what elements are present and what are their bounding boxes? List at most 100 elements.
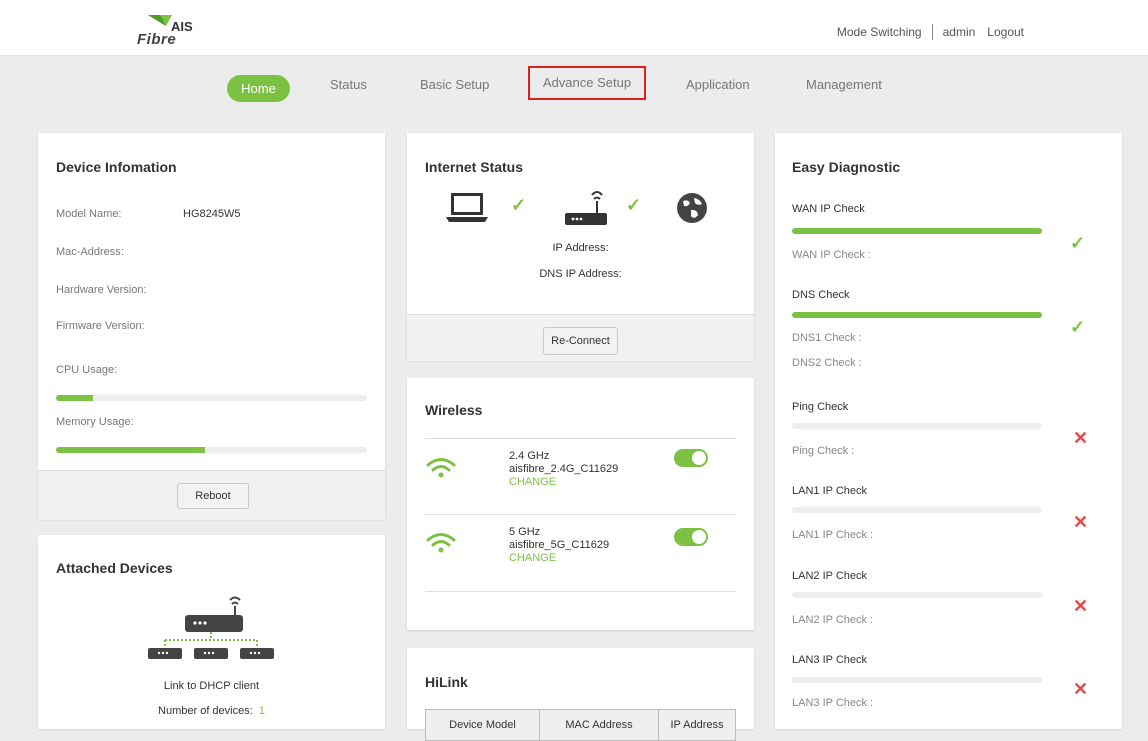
nav-advance-setup[interactable]: Advance Setup xyxy=(528,66,646,100)
wifi-5g-ssid: aisfibre_5G_C11629 xyxy=(509,539,610,551)
cpu-usage-fill xyxy=(56,395,94,401)
globe-icon xyxy=(677,193,707,223)
ping-check-result: Ping Check : xyxy=(792,445,855,457)
main-nav: Home Status Basic Setup Advance Setup Ap… xyxy=(0,66,1148,108)
wifi-2g-toggle[interactable] xyxy=(674,449,708,467)
device-count-row: Number of devices: 1 xyxy=(38,705,385,717)
memory-usage-label: Memory Usage: xyxy=(56,416,134,428)
nav-status[interactable]: Status xyxy=(330,77,367,92)
wan-ip-check-title: WAN IP Check xyxy=(792,203,865,215)
ping-check-title: Ping Check xyxy=(792,401,849,413)
wireless-divider-middle xyxy=(425,514,736,515)
easy-diagnostic-title: Easy Diagnostic xyxy=(792,159,901,175)
dns2-check-result: DNS2 Check : xyxy=(792,357,862,369)
nav-basic-setup[interactable]: Basic Setup xyxy=(420,77,489,92)
dns-check-bar xyxy=(792,312,1042,318)
top-header: AIS Fibre Mode Switching admin Logout xyxy=(0,0,1148,56)
mac-address-label: Mac-Address: xyxy=(56,246,124,258)
wifi-5g-change-link[interactable]: CHANGE xyxy=(509,552,556,564)
easy-diagnostic-card: Easy Diagnostic WAN IP Check WAN IP Chec… xyxy=(775,133,1122,729)
lan2-ip-check-result: LAN2 IP Check : xyxy=(792,614,874,626)
attached-devices-title: Attached Devices xyxy=(56,560,173,576)
top-right-links: Mode Switching admin Logout xyxy=(837,24,1024,40)
wifi-2g-toggle-knob xyxy=(692,451,706,465)
internet-status-card: Internet Status ✓ ✓ IP Address: DNS IP A… xyxy=(407,133,754,361)
reboot-button[interactable]: Reboot xyxy=(177,483,249,509)
dns-check-title: DNS Check xyxy=(792,289,850,301)
lan2-ip-check-title: LAN2 IP Check xyxy=(792,570,868,582)
model-name-value: HG8245W5 xyxy=(183,208,241,220)
wireless-title: Wireless xyxy=(425,402,483,418)
ip-address-label: IP Address: xyxy=(552,242,609,254)
wifi-2g-change-link[interactable]: CHANGE xyxy=(509,476,556,488)
ping-check-bar xyxy=(792,423,1042,429)
dns-check-ok-icon: ✓ xyxy=(1070,317,1086,337)
model-name-label: Model Name: xyxy=(56,208,122,220)
ping-check-fail-icon: ✕ xyxy=(1073,428,1089,448)
memory-usage-bar xyxy=(56,447,367,453)
wifi-5g-icon xyxy=(426,533,456,553)
hilink-header-row: Device Model MAC Address IP Address xyxy=(425,709,736,741)
hilink-col-device-model: Device Model xyxy=(425,709,540,741)
lan3-ip-check-result: LAN3 IP Check : xyxy=(792,697,874,709)
laptop-connected-check-icon: ✓ xyxy=(511,195,527,215)
lan1-ip-check-title: LAN1 IP Check xyxy=(792,485,868,497)
wifi-2g-frequency: 2.4 GHz xyxy=(509,450,550,462)
hilink-col-ip-address: IP Address xyxy=(658,709,736,741)
firmware-version-label: Firmware Version: xyxy=(56,320,145,332)
internet-status-title: Internet Status xyxy=(425,159,524,175)
header-divider xyxy=(931,24,933,40)
wireless-divider-top xyxy=(425,438,736,439)
cpu-usage-label: CPU Usage: xyxy=(56,364,118,376)
reconnect-button[interactable]: Re-Connect xyxy=(543,327,618,355)
lan1-ip-check-bar xyxy=(792,507,1042,513)
lan1-ip-check-result: LAN1 IP Check : xyxy=(792,529,874,541)
lan2-ip-check-bar xyxy=(792,592,1042,598)
lan2-ip-check-fail-icon: ✕ xyxy=(1073,596,1089,616)
internet-status-footer: Re-Connect xyxy=(407,314,754,361)
wifi-5g-toggle-knob xyxy=(692,530,706,544)
logo-fibre-text: Fibre xyxy=(137,31,177,48)
dns1-check-result: DNS1 Check : xyxy=(792,332,862,344)
hardware-version-label: Hardware Version: xyxy=(56,284,147,296)
logout-link[interactable]: Logout xyxy=(987,25,1024,39)
router-connected-check-icon: ✓ xyxy=(626,195,642,215)
attached-devices-card: Attached Devices Link to DHCP client Num… xyxy=(38,535,385,729)
laptop-icon xyxy=(446,193,488,222)
nav-home[interactable]: Home xyxy=(227,75,290,102)
wireless-divider-bottom xyxy=(425,591,736,592)
lan3-ip-check-fail-icon: ✕ xyxy=(1073,679,1089,699)
device-info-footer: Reboot xyxy=(38,470,385,520)
hilink-col-mac-address: MAC Address xyxy=(539,709,659,741)
memory-usage-fill xyxy=(56,447,206,453)
ais-fibre-logo[interactable]: AIS Fibre xyxy=(137,12,207,48)
router-icon xyxy=(565,191,607,225)
username-label: admin xyxy=(942,25,976,39)
device-count-value: 1 xyxy=(258,705,265,717)
wan-ip-check-bar xyxy=(792,228,1042,234)
hilink-title: HiLink xyxy=(425,674,468,690)
dhcp-link-text[interactable]: Link to DHCP client xyxy=(38,680,385,692)
hilink-table: Device Model MAC Address IP Address xyxy=(425,709,736,741)
cpu-usage-bar xyxy=(56,395,367,401)
logo-swoosh-icon xyxy=(148,15,172,26)
nav-application[interactable]: Application xyxy=(686,77,750,92)
wifi-5g-frequency: 5 GHz xyxy=(509,526,541,538)
lan1-ip-check-fail-icon: ✕ xyxy=(1073,512,1089,532)
wireless-card: Wireless 2.4 GHz aisfibre_2.4G_C11629 CH… xyxy=(407,378,754,630)
wifi-2g-ssid: aisfibre_2.4G_C11629 xyxy=(509,463,619,475)
wifi-5g-toggle[interactable] xyxy=(674,528,708,546)
lan3-ip-check-bar xyxy=(792,677,1042,683)
device-info-title: Device Infomation xyxy=(56,159,177,175)
lan3-ip-check-title: LAN3 IP Check xyxy=(792,654,868,666)
wan-ip-check-fill xyxy=(792,228,1042,234)
dns-ip-address-label: DNS IP Address: xyxy=(539,268,622,280)
dns-check-fill xyxy=(792,312,1042,318)
device-info-card: Device Infomation Model Name: HG8245W5 M… xyxy=(38,133,385,520)
mode-switching-link[interactable]: Mode Switching xyxy=(837,25,922,39)
network-topology-icon xyxy=(148,596,274,659)
wan-ip-check-result: WAN IP Check : xyxy=(792,249,871,261)
hilink-card: HiLink Device Model MAC Address IP Addre… xyxy=(407,648,754,741)
nav-management[interactable]: Management xyxy=(806,77,882,92)
device-count-label: Number of devices: xyxy=(158,705,253,717)
